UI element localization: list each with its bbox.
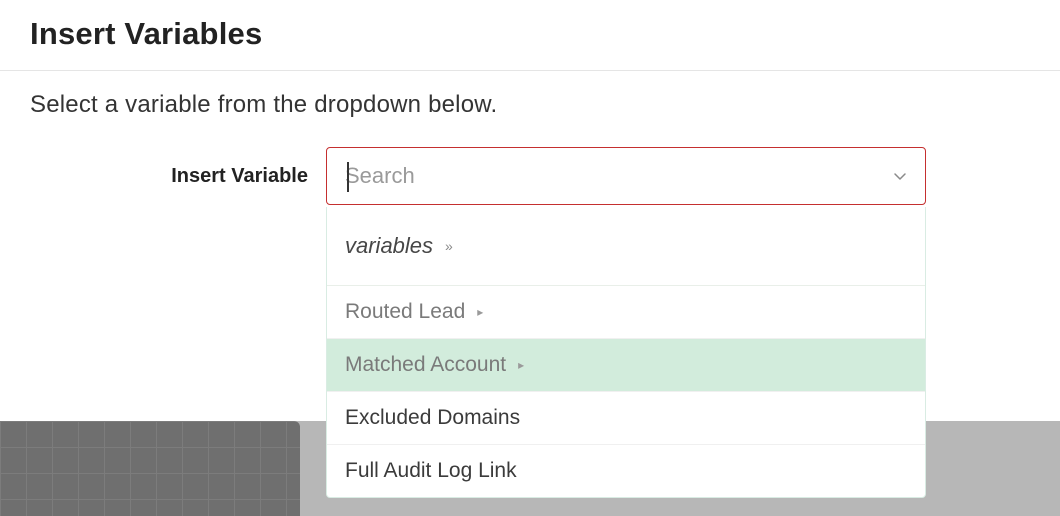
- option-item[interactable]: Routed Lead ▸: [327, 286, 925, 339]
- background-grid-panel: [0, 421, 300, 516]
- breadcrumb[interactable]: variables »: [327, 207, 925, 286]
- option-item[interactable]: Full Audit Log Link: [327, 445, 925, 497]
- breadcrumb-label: variables: [345, 233, 433, 259]
- chevron-right-double-icon: »: [445, 238, 451, 254]
- dropdown-panel: variables » Routed Lead ▸ Matched Account ▸…: [326, 207, 926, 498]
- modal-subtitle: Select a variable from the dropdown belo…: [0, 71, 1060, 147]
- field-column: variables » Routed Lead▸Matched Account▸…: [326, 147, 926, 205]
- option-label: Routed Lead: [345, 300, 465, 324]
- chevron-right-icon: ▸: [518, 358, 524, 372]
- chevron-down-icon[interactable]: [891, 167, 909, 185]
- chevron-right-icon: ▸: [477, 305, 483, 319]
- option-label: Full Audit Log Link: [345, 459, 517, 483]
- text-cursor: [347, 162, 349, 192]
- form-row: Insert Variable variables » Routed Lead▸…: [0, 147, 1060, 205]
- option-label: Matched Account: [345, 353, 506, 377]
- insert-variables-modal: Insert Variables Select a variable from …: [0, 0, 1060, 205]
- field-label: Insert Variable: [30, 147, 326, 188]
- option-label: Excluded Domains: [345, 406, 520, 430]
- option-list: Routed Lead ▸ Matched Account ▸ Excluded Dom…: [327, 286, 925, 497]
- variable-dropdown[interactable]: [326, 147, 926, 205]
- option-item[interactable]: Matched Account ▸: [327, 339, 925, 392]
- modal-title: Insert Variables: [0, 0, 1060, 70]
- search-input[interactable]: [345, 148, 879, 204]
- option-item[interactable]: Excluded Domains: [327, 392, 925, 445]
